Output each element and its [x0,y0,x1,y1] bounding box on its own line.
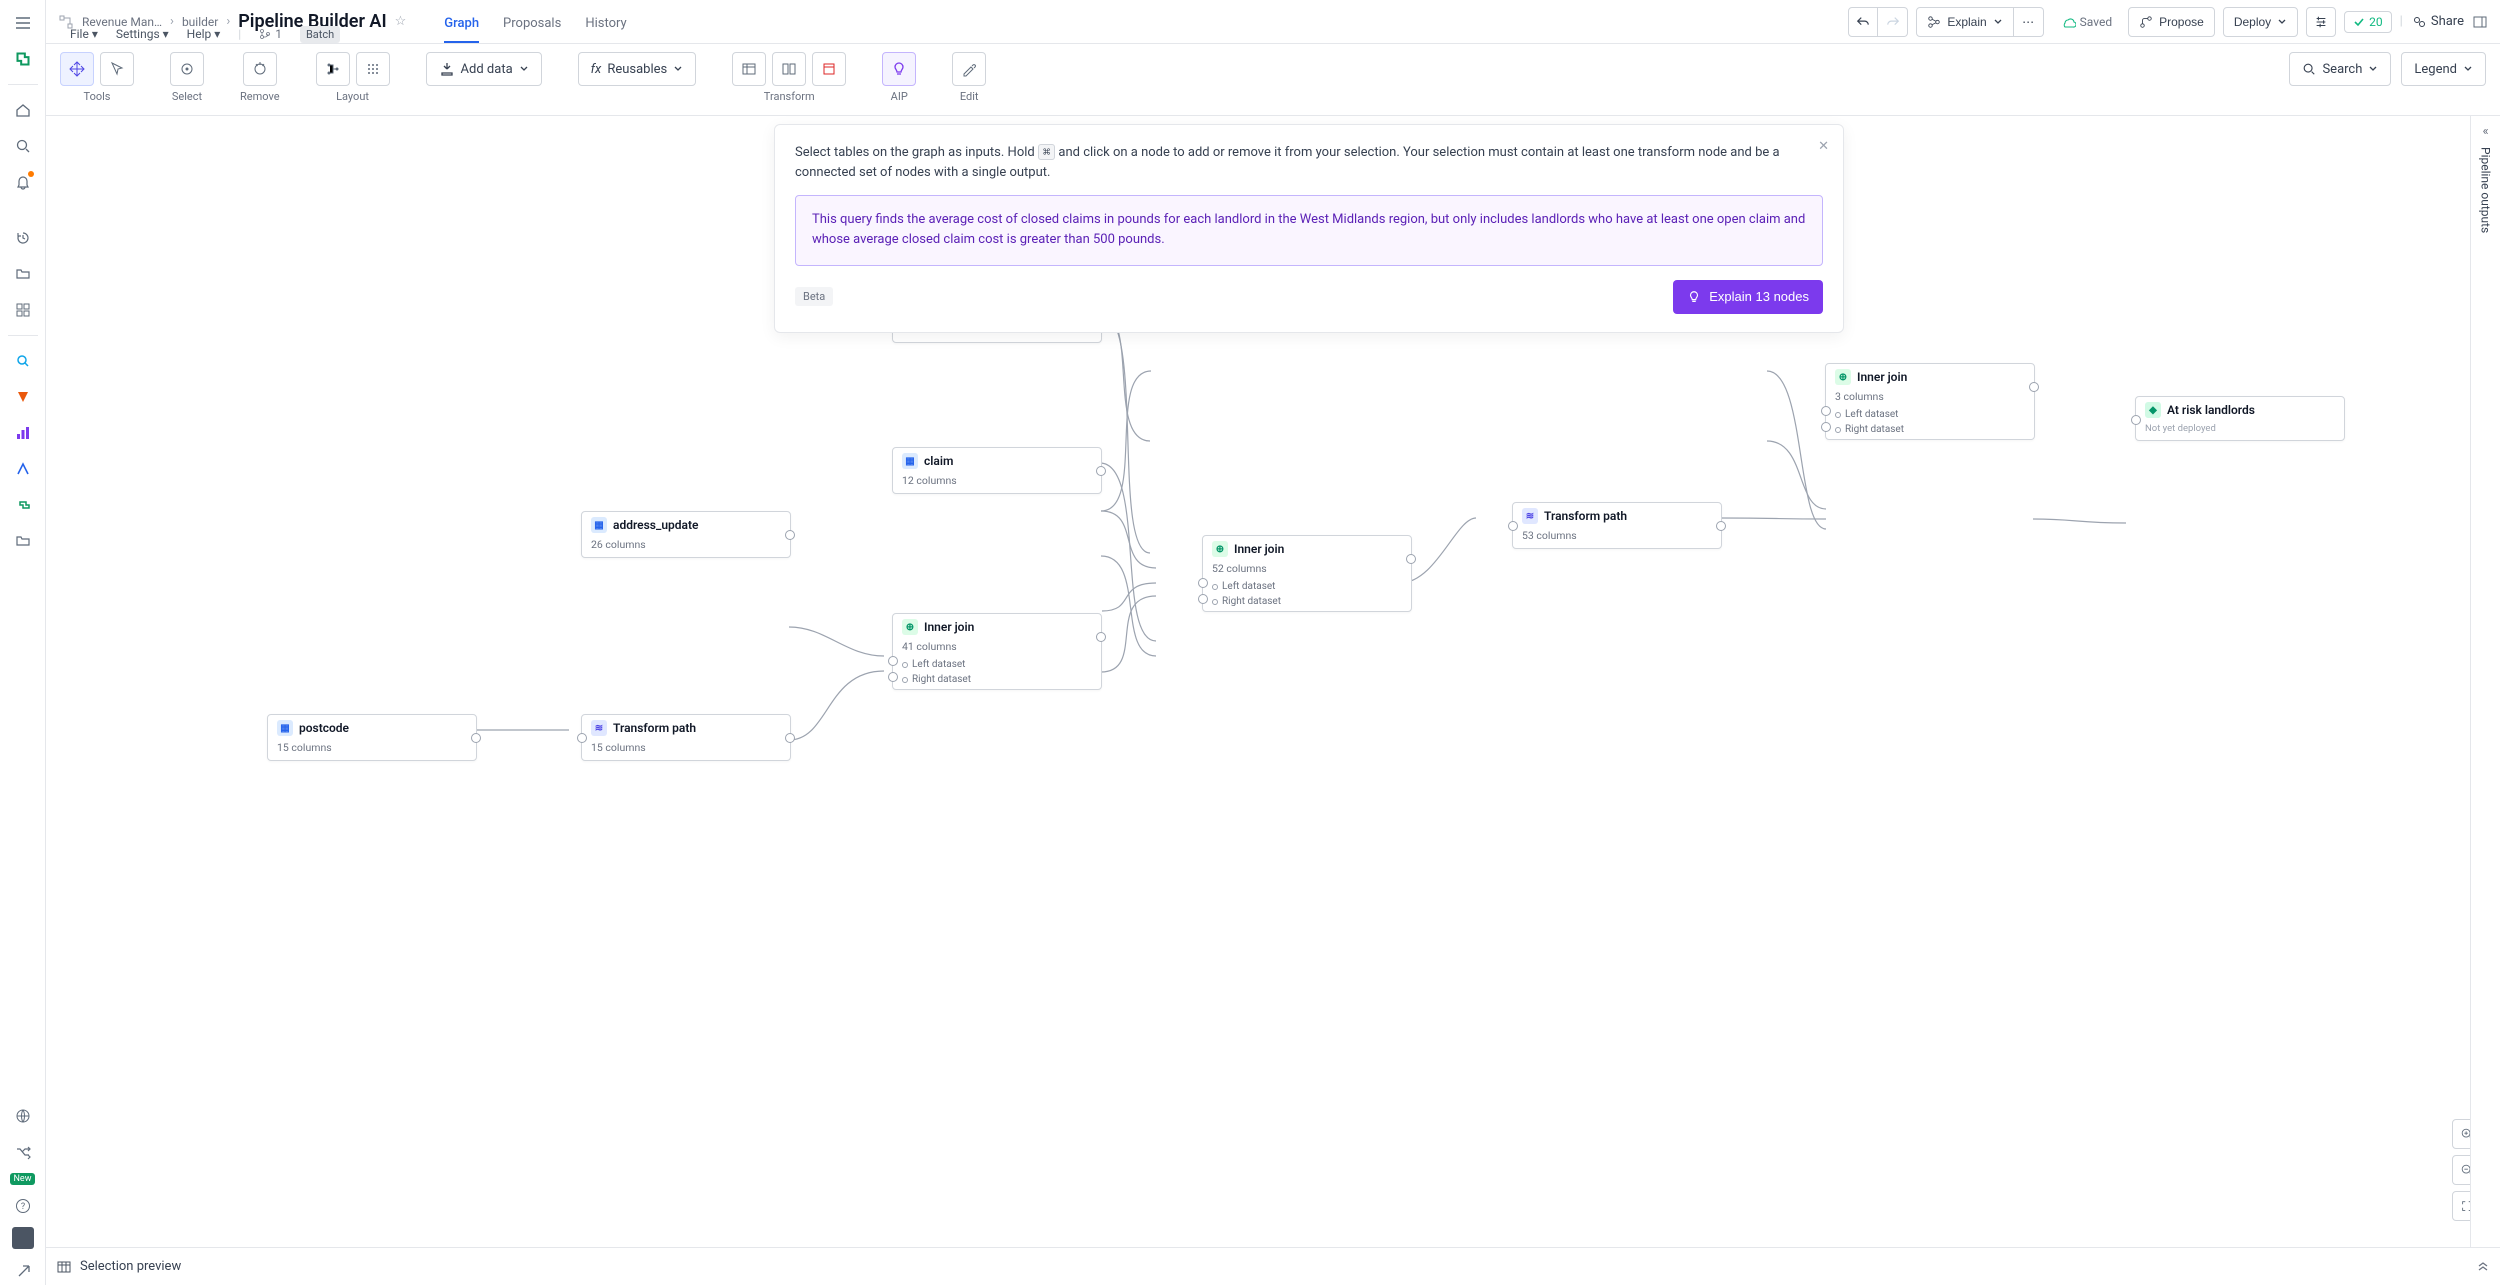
tab-history[interactable]: History [585,16,626,43]
more-button[interactable]: ⋯ [2014,7,2044,37]
menu-settings[interactable]: Settings ▾ [116,27,169,41]
bottom-bar: Selection preview [46,1247,2500,1285]
reusables-button[interactable]: fxReusables [578,52,697,86]
transform-1-button[interactable] [732,52,766,86]
beta-badge: Beta [795,287,833,306]
node-claim[interactable]: ▦claim 12 columns [892,447,1102,494]
tool-move[interactable] [60,52,94,86]
explain-panel: ✕ Select tables on the graph as inputs. … [774,124,1844,333]
explain-query: This query finds the average cost of clo… [795,195,1823,265]
share-out-icon[interactable] [8,1255,38,1285]
collapse-icon[interactable]: « [2482,124,2488,139]
transform-2-button[interactable] [772,52,806,86]
node-address-update[interactable]: ▦address_update 26 columns [581,511,791,558]
svg-text:?: ? [20,1202,24,1212]
transform-3-button[interactable] [812,52,846,86]
search-icon[interactable] [8,131,38,161]
tool-layout-tree[interactable] [316,52,350,86]
menu-file[interactable]: File ▾ [70,27,98,41]
hamburger-icon[interactable] [8,8,38,38]
app1-icon[interactable] [8,346,38,376]
app2-icon[interactable] [8,382,38,412]
left-sidebar: New ? [0,0,46,1285]
deploy-button[interactable]: Deploy [2223,7,2298,37]
close-icon[interactable]: ✕ [1818,139,1829,154]
app3-icon[interactable] [8,418,38,448]
help-icon[interactable]: ? [8,1191,38,1221]
app4-icon[interactable] [8,454,38,484]
node-output[interactable]: ◆At risk landlords Not yet deployed [2135,396,2345,441]
branch-indicator[interactable]: 1 [259,27,282,41]
explain-hint: Select tables on the graph as inputs. Ho… [795,143,1823,183]
app-logo-icon[interactable] [8,44,38,74]
edit-button[interactable] [952,52,986,86]
batch-badge: Batch [300,26,340,43]
tab-graph[interactable]: Graph [444,16,479,43]
chevron-up-icon[interactable] [2476,1260,2490,1274]
status-count-badge[interactable]: 20 [2344,11,2392,33]
tool-pointer[interactable] [100,52,134,86]
explain-nodes-button[interactable]: Explain 13 nodes [1673,280,1823,314]
tab-proposals[interactable]: Proposals [503,16,561,43]
home-icon[interactable] [8,95,38,125]
saved-status: Saved [2052,14,2120,30]
search-button[interactable]: Search [2289,52,2391,86]
table-icon [56,1259,72,1275]
globe-icon[interactable] [8,1101,38,1131]
tool-select[interactable] [170,52,204,86]
explain-button[interactable]: Explain [1916,7,2013,37]
panel-right-icon[interactable] [2472,14,2488,30]
node-transform-2[interactable]: ≋Transform path 53 columns [1512,502,1722,549]
menu-bar: File ▾ Settings ▾ Help ▾ | 1 Batch [58,25,352,43]
star-icon[interactable]: ☆ [395,14,407,29]
propose-button[interactable]: Propose [2128,7,2215,37]
new-badge: New [10,1173,36,1185]
node-transform-1[interactable]: ≋Transform path 15 columns [581,714,791,761]
shuffle-icon[interactable] [8,1137,38,1167]
pipeline-outputs-panel: « Pipeline outputs [2470,116,2500,1247]
aip-button[interactable] [882,52,916,86]
tool-layout-grid[interactable] [356,52,390,86]
grid-icon[interactable] [8,295,38,325]
legend-button[interactable]: Legend [2401,52,2486,86]
redo-button[interactable] [1878,7,1908,37]
app-more-icon[interactable] [8,526,38,556]
node-join-1[interactable]: ⊕Inner join 41 columns Left dataset Righ… [892,613,1102,690]
app5-icon[interactable] [8,490,38,520]
pipeline-outputs-label[interactable]: Pipeline outputs [2479,147,2493,233]
avatar[interactable] [12,1227,34,1249]
undo-button[interactable] [1848,7,1878,37]
graph-canvas[interactable]: ✕ Select tables on the graph as inputs. … [46,116,2500,1247]
share-button[interactable]: Share [2411,14,2464,30]
history-icon[interactable] [8,223,38,253]
node-join-2[interactable]: ⊕Inner join 52 columns Left dataset Righ… [1202,535,1412,612]
selection-preview-label[interactable]: Selection preview [80,1259,181,1274]
folder-icon[interactable] [8,259,38,289]
bell-icon[interactable] [8,167,38,197]
cloud-check-icon [2060,14,2076,30]
tool-remove[interactable] [243,52,277,86]
top-bar: Revenue Man… › builder › Pipeline Builde… [46,0,2500,44]
node-postcode[interactable]: ▦postcode 15 columns [267,714,477,761]
node-join-3[interactable]: ⊕Inner join 3 columns Left dataset Right… [1825,363,2035,440]
add-data-button[interactable]: Add data [426,52,542,86]
settings-button[interactable] [2306,7,2336,37]
menu-help[interactable]: Help ▾ [187,27,221,41]
toolbar: Tools Select Remove Layout Add data fxRe… [46,44,2500,116]
